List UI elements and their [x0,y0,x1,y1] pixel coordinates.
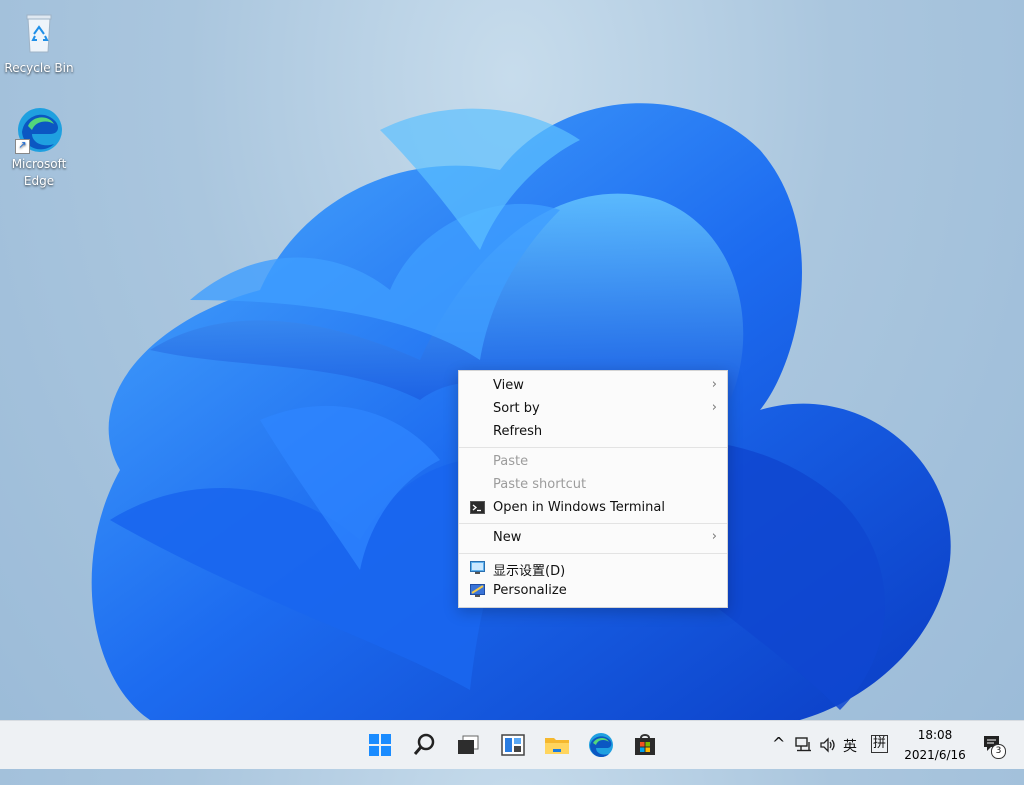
desktop-icon-microsoft-edge[interactable]: ↗ Microsoft Edge [1,104,77,190]
show-hidden-icons-button[interactable]: ^ [772,734,785,782]
network-icon [795,737,811,752]
menu-separator [459,523,727,524]
clock-time: 18:08 [917,728,953,742]
menu-item-label: Personalize [493,583,567,598]
menu-item-personalize[interactable]: Personalize [459,580,727,603]
menu-item-label: Paste shortcut [493,477,587,492]
menu-item-sort-by[interactable]: Sort by › [459,398,727,421]
task-view-icon [458,735,479,754]
chevron-right-icon: › [711,377,717,392]
volume-button[interactable] [819,737,837,785]
notification-center-button[interactable]: 3 [982,734,1006,782]
chevron-up-icon: ^ [772,734,786,753]
clock-date: 2021/6/16 [904,748,966,762]
ime-language-indicator: 英 [843,739,857,755]
display-icon [470,561,485,574]
ime-mode-indicator: 拼 [871,735,889,753]
menu-item-label: Sort by [493,401,540,416]
notification-badge: 3 [991,744,1006,759]
menu-item-paste-shortcut[interactable]: Paste shortcut [459,474,727,497]
menu-item-open-in-windows-terminal[interactable]: Open in Windows Terminal [459,497,727,520]
menu-item-label: Refresh [493,424,543,439]
input-mode-button[interactable]: 拼 [871,735,889,783]
clock-button[interactable]: 18:08 2021/6/16 [893,725,977,765]
file-explorer-button[interactable] [541,729,573,761]
chevron-right-icon: › [711,529,717,544]
chevron-right-icon: › [711,400,717,415]
recycle-bin-label: Recycle Bin [4,61,74,75]
desktop-context-menu: View › Sort by › Refresh Paste Paste sho… [458,370,728,608]
menu-separator [459,553,727,554]
speaker-icon [820,737,835,753]
menu-separator [459,447,727,448]
shortcut-arrow-icon: ↗ [15,139,30,154]
menu-item-label: New [493,530,522,545]
menu-item-new[interactable]: New › [459,527,727,550]
windows-logo-icon [369,734,391,756]
menu-item-view[interactable]: View › [459,375,727,398]
desktop-wallpaper [91,103,951,720]
network-button[interactable] [795,737,813,785]
terminal-icon [470,501,485,514]
search-button[interactable] [409,729,441,761]
widgets-button[interactable] [497,729,529,761]
store-button[interactable] [629,729,661,761]
start-button[interactable] [364,729,396,761]
taskbar: ^ 英 拼 18:08 2021/6/16 3 [0,720,1024,769]
menu-item-refresh[interactable]: Refresh [459,421,727,444]
menu-item-label: 显示设置(D) [493,564,566,579]
edge-icon [589,733,613,758]
edge-icon: ↗ [14,104,64,154]
edge-label-line1: Microsoft [11,157,67,171]
folder-icon [545,738,569,754]
edge-taskbar-button[interactable] [585,729,617,761]
menu-item-label: Open in Windows Terminal [493,500,665,515]
menu-item-label: View [493,378,524,393]
store-icon [635,734,655,755]
input-language-button[interactable]: 英 [843,736,857,784]
search-icon [413,733,435,755]
menu-item-display-settings[interactable]: 显示设置(D) [459,557,727,580]
widgets-icon [501,734,525,756]
recycle-bin-icon [14,8,64,58]
task-view-button[interactable] [453,729,485,761]
desktop-icon-recycle-bin[interactable]: Recycle Bin [1,8,77,77]
personalize-icon [470,584,485,597]
menu-item-label: Paste [493,454,529,469]
edge-label-line2: Edge [23,174,55,188]
menu-item-paste[interactable]: Paste [459,451,727,474]
